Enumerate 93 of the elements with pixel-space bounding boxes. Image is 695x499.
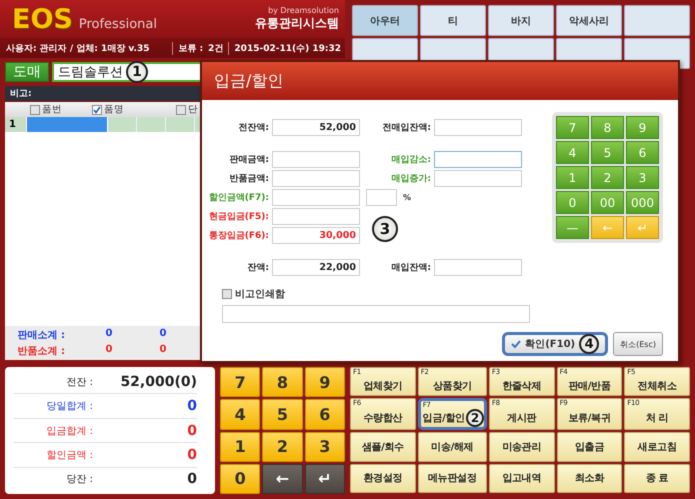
subtotal-value: 0 (104, 344, 114, 357)
confirm-button[interactable]: 확인(F10) 4 (502, 332, 608, 356)
field-label: 반품금액: (228, 173, 270, 185)
summary-label: 할인금액 : (45, 448, 93, 462)
edition-label: Professional (78, 16, 157, 32)
amount-field[interactable]: 22,000 (272, 259, 360, 276)
field-label: 현금입금(F5): (208, 211, 270, 223)
amount-field[interactable] (434, 151, 522, 168)
percent-unit: % (403, 193, 412, 202)
amount-field[interactable] (434, 170, 522, 187)
number-badge: 1 (126, 61, 148, 83)
column-header: 품명 (104, 103, 124, 116)
function-button[interactable]: 미송관리 (488, 432, 555, 462)
key-button[interactable]: 5 (262, 399, 303, 430)
field-label: 할인금액(F7): (208, 192, 270, 204)
checkbox[interactable] (30, 104, 40, 114)
summary-label: 당일합계 : (45, 400, 93, 414)
amount-field[interactable] (434, 119, 522, 136)
note-field[interactable] (222, 304, 530, 322)
table-cell (137, 117, 166, 132)
function-button[interactable]: 미송/해제 (418, 432, 487, 462)
field-label: 매입잔액: (390, 262, 432, 274)
category-button[interactable]: 바지 (488, 5, 554, 36)
summary-label: 입금합계 : (45, 424, 93, 438)
hold-count: 2건 (208, 42, 224, 54)
row-number: 1 (5, 117, 27, 132)
key-button[interactable]: 4 (220, 399, 260, 430)
datetime: 2015-02-11(수) 19:32 (228, 42, 341, 54)
user-info: 사용자: 관리자 / 업체: 1매장 v.35 (6, 42, 150, 54)
key-button[interactable]: 2 (262, 432, 303, 462)
function-button[interactable]: 종 료 (624, 464, 690, 493)
field-label: 잔액: (246, 262, 270, 274)
amount-field[interactable] (434, 259, 522, 276)
number-badge: 3 (372, 216, 398, 242)
hold-label: 보류 : (172, 42, 204, 54)
field-label: 전잔액: (237, 122, 270, 134)
field-label: 전매입잔액: (381, 122, 432, 134)
summary-value: 0 (186, 446, 197, 463)
checkbox-label: 비고인쇄함 (235, 288, 285, 301)
amount-field[interactable] (272, 151, 360, 168)
number-badge: 2 (466, 409, 484, 428)
field-label: 판매금액: (228, 154, 270, 166)
category-button[interactable]: 티 (420, 5, 486, 36)
number-badge: 4 (579, 334, 600, 354)
function-button[interactable]: 입고내역 (488, 464, 555, 493)
column-header: 품번 (42, 103, 62, 116)
function-button[interactable]: 최소화 (556, 464, 622, 493)
key-button[interactable]: 9 (304, 367, 345, 398)
table-cell (108, 117, 137, 132)
key-button[interactable]: 7 (220, 367, 260, 398)
summary-label: 전잔 : (65, 376, 93, 389)
amount-field[interactable]: 52,000 (272, 119, 360, 136)
amount-field[interactable] (366, 189, 397, 206)
subtotal-value: 0 (104, 328, 114, 341)
key-button[interactable]: 6 (304, 399, 345, 430)
checkbox[interactable] (176, 104, 186, 114)
field-label: 매입증가: (390, 173, 432, 185)
check-icon (511, 340, 522, 348)
summary-value: 0 (186, 422, 197, 439)
summary-value: 0 (186, 398, 197, 414)
subtotal-value: 0 (158, 344, 168, 357)
field-label: 통장입금(F6): (208, 230, 270, 242)
key-button[interactable]: 3 (304, 432, 345, 462)
key-button[interactable]: 1 (220, 432, 260, 462)
function-button[interactable]: 샘플/회수 (350, 432, 416, 462)
amount-field[interactable]: 30,000 (272, 227, 360, 244)
column-header: 단 (188, 103, 198, 116)
field-label: 매입감소: (390, 154, 432, 166)
function-button[interactable]: 환경설정 (350, 464, 416, 493)
logo: EOS (12, 4, 73, 34)
amount-field[interactable] (272, 208, 360, 225)
summary-value: 52,000(0) (119, 374, 197, 390)
key-button[interactable]: 8 (262, 367, 303, 398)
function-button[interactable]: 새로고침 (624, 432, 690, 462)
key-button[interactable]: ← (262, 464, 303, 494)
key-button[interactable]: ↵ (304, 464, 345, 494)
subtotal-label: 반품소계 : (16, 345, 65, 358)
vendor-label: by Dreamsolution (268, 6, 339, 15)
subtotal-value: 0 (158, 328, 168, 341)
function-button[interactable]: 메뉴판설정 (418, 464, 487, 493)
checkbox[interactable] (222, 289, 232, 299)
subtotal-label: 판매소계 : (16, 329, 65, 342)
amount-field[interactable] (272, 170, 360, 187)
category-button[interactable]: 아우터 (352, 5, 418, 36)
checked-checkbox[interactable] (92, 104, 102, 114)
amount-field[interactable] (272, 189, 360, 206)
system-title: 유통관리시스템 (255, 15, 339, 32)
function-button[interactable]: 입출금 (556, 432, 622, 462)
key-button[interactable]: 0 (220, 464, 260, 494)
summary-label: 당잔 : (65, 473, 93, 486)
cancel-button[interactable]: 취소(Esc) (613, 332, 663, 356)
summary-value: 0 (186, 471, 197, 488)
category-button[interactable]: 악세사리 (556, 5, 622, 36)
